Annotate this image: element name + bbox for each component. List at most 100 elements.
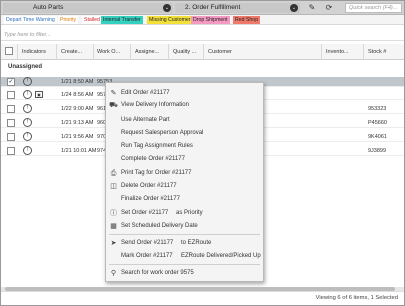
pencil-icon[interactable]: ✎ [307, 3, 317, 13]
column-divider [56, 44, 57, 60]
stalled-status-icon: ! [23, 146, 32, 155]
status-text: Viewing 6 of 6 items, 1 Selected [315, 295, 398, 301]
column-divider [203, 44, 204, 60]
image-icon: ▣ [35, 91, 43, 98]
row-checkbox[interactable] [7, 119, 15, 127]
menu-item-label: Send Order #21177 [121, 240, 174, 246]
menu-item-use-alternate-part[interactable]: Use Alternate Part [106, 115, 263, 126]
stalled-status-icon: ! [23, 77, 32, 86]
context-menu: ✎ Edit Order #21177 ⛟ View Delivery Info… [105, 82, 264, 282]
column-divider [130, 44, 131, 60]
menu-item-label: Set Scheduled Delivery Date [121, 223, 198, 229]
legend-chip: Priority [58, 16, 79, 24]
quick-search-input[interactable]: Quick search (F4)... [345, 3, 402, 13]
stalled-status-icon: ! [23, 132, 32, 141]
menu-item-label: Finalize Order #21177 [121, 196, 180, 202]
column-divider [363, 44, 364, 60]
row-stock: 9K4061 [368, 134, 387, 140]
menu-item-label: Use Alternate Part [121, 117, 170, 123]
menu-item-run-tag-rules[interactable]: Run Tag Assignment Rules [106, 141, 263, 152]
menu-item-label: Search for work order 9575 [121, 270, 194, 276]
status-bar: Viewing 6 of 6 items, 1 Selected [1, 291, 404, 305]
trash-icon: ◫ [110, 183, 117, 190]
legend-chip: Red Shop [233, 16, 261, 24]
menu-item-label-suffix: EZRoute Delivered/Picked Up [181, 253, 261, 259]
row-checkbox[interactable] [7, 147, 15, 155]
column-header-inventory[interactable]: Invento... [326, 49, 349, 55]
menu-item-mark-delivered[interactable]: Mark Order #21177 EZRoute Delivered/Pick… [106, 251, 263, 262]
chevron-down-icon[interactable]: ⌄ [163, 4, 171, 12]
quick-search-placeholder: Quick search (F4)... [349, 5, 398, 11]
column-divider [93, 44, 94, 60]
menu-item-label: Edit Order #21177 [121, 90, 170, 96]
menu-item-send-ezroute[interactable]: ➤ Send Order #21177 to EZRoute [106, 238, 263, 249]
menu-item-label-suffix: as Priority [176, 210, 203, 216]
legend-chip: Missing Customer [147, 16, 193, 24]
menu-item-set-priority[interactable]: ⓘ Set Order #21177 as Priority [106, 208, 263, 219]
menu-item-edit-order[interactable]: ✎ Edit Order #21177 [106, 88, 263, 99]
legend-chip: Internal Transfer [101, 16, 143, 24]
printer-icon: ⎙ [110, 170, 117, 177]
column-header-stock[interactable]: Stock # [368, 49, 386, 55]
menu-item-label: Set Order #21177 [121, 210, 169, 216]
column-header-customer[interactable]: Customer [208, 49, 232, 55]
priority-icon: ⓘ [110, 210, 117, 217]
filter-placeholder: Type here to filter... [4, 32, 51, 38]
menu-item-label: Request Salesperson Approval [121, 130, 204, 136]
menu-item-scheduled-delivery[interactable]: ▦ Set Scheduled Delivery Date [106, 221, 263, 232]
column-divider [321, 44, 322, 60]
select-all-checkbox[interactable] [5, 47, 13, 55]
menu-separator [109, 264, 260, 265]
row-created: 1/22 9:00 AM [61, 106, 94, 112]
delivery-truck-icon: ⛟ [109, 102, 118, 109]
row-created: 1/21 9:56 AM [61, 134, 94, 140]
chevron-down-icon[interactable]: ⌄ [290, 4, 298, 12]
row-stock: 953323 [368, 106, 387, 112]
menu-item-label: Print Tag for Order #21177 [121, 170, 192, 176]
order-select[interactable]: 2. Order Fulfillment ⌄ [175, 3, 300, 13]
row-checkbox[interactable]: ✓ [7, 78, 15, 86]
stalled-status-icon: ! [23, 104, 32, 113]
row-created: 1/21 9:13 AM [61, 120, 94, 126]
column-divider [17, 44, 18, 60]
view-select-value: Auto Parts [33, 4, 64, 11]
legend-chip: Stalled [82, 16, 102, 24]
menu-item-request-approval[interactable]: Request Salesperson Approval [106, 128, 263, 139]
view-select[interactable]: Auto Parts ⌄ [3, 3, 173, 13]
menu-item-complete-order[interactable]: Complete Order #21177 [106, 154, 263, 165]
order-select-value: 2. Order Fulfillment [185, 4, 241, 11]
column-divider [168, 44, 169, 60]
menu-item-label-suffix: to EZRoute [181, 240, 212, 246]
column-header-created[interactable]: Create... [61, 49, 82, 55]
row-created: 1/24 8:56 AM [61, 92, 94, 98]
menu-separator [109, 234, 260, 235]
pencil-icon: ✎ [110, 90, 117, 97]
menu-item-search-work-order[interactable]: ⚲ Search for work order 9575 [106, 268, 263, 279]
row-created: 1/21 8:50 AM [61, 79, 94, 85]
filter-input[interactable]: Type here to filter... [1, 31, 404, 41]
refresh-icon[interactable]: ⟳ [324, 3, 334, 13]
column-header-work-order[interactable]: Work O... [97, 49, 120, 55]
search-icon: ⚲ [110, 270, 117, 277]
group-header-unassigned[interactable]: Unassigned [8, 62, 42, 72]
legend-chip: Drop Shipment [191, 16, 230, 24]
column-header-indicators[interactable]: Indicators [22, 49, 46, 55]
menu-item-label: Complete Order #21177 [121, 156, 185, 162]
row-checkbox[interactable] [7, 133, 15, 141]
row-checkbox[interactable] [7, 105, 15, 113]
row-created: 1/21 10:01 AM [61, 148, 97, 154]
menu-item-label: Mark Order #21177 [121, 253, 173, 259]
menu-item-view-delivery[interactable]: ⛟ View Delivery Information [106, 100, 263, 111]
menu-item-label: View Delivery Information [121, 102, 189, 108]
column-header-assignee[interactable]: Assigne... [135, 49, 159, 55]
legend-bar: Depart Time Warning Priority Stalled Intern… [1, 15, 404, 25]
toolbar: Auto Parts ⌄ 2. Order Fulfillment ⌄ ✎ ⟳ … [1, 1, 404, 15]
row-checkbox[interactable] [7, 91, 15, 99]
menu-item-print-tag[interactable]: ⎙ Print Tag for Order #21177 [106, 168, 263, 179]
row-stock: P45660 [368, 120, 387, 126]
column-header-quality[interactable]: Quality ... [173, 49, 196, 55]
menu-item-label: Delete Order #21177 [121, 183, 177, 189]
menu-item-label: Run Tag Assignment Rules [121, 143, 193, 149]
menu-item-delete-order[interactable]: ◫ Delete Order #21177 [106, 181, 263, 192]
menu-item-finalize-order[interactable]: Finalize Order #21177 [106, 194, 263, 205]
